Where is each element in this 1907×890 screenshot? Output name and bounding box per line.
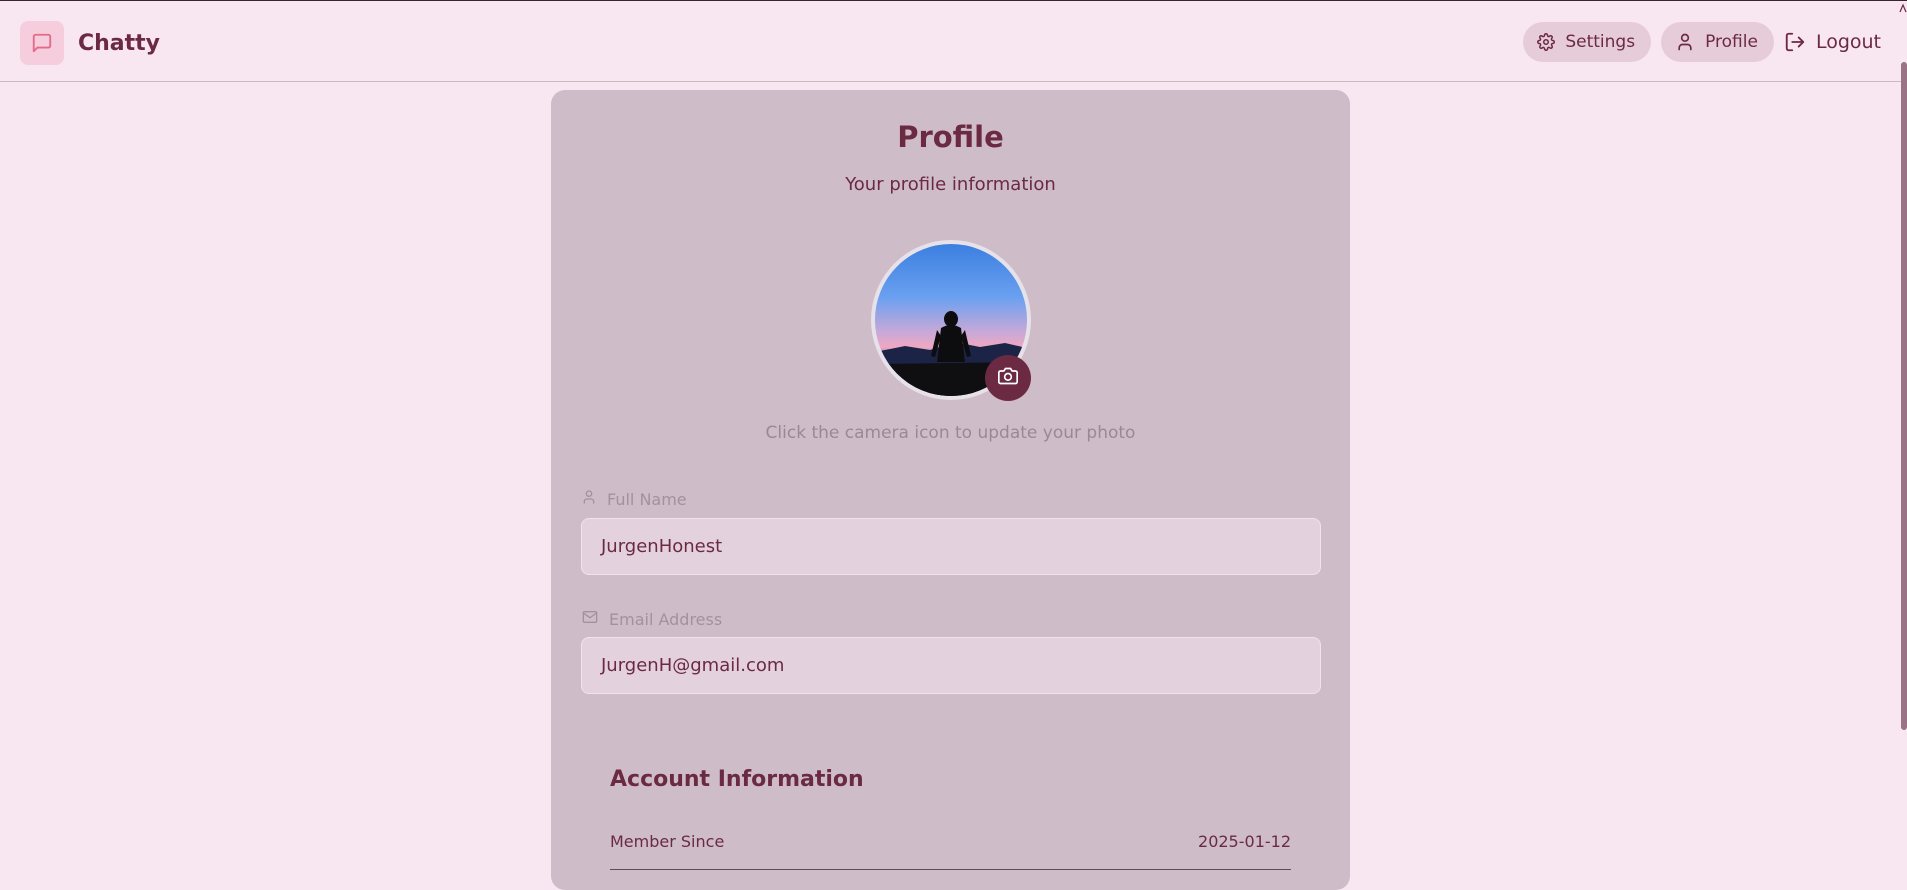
- photo-hint: Click the camera icon to update your pho…: [765, 423, 1136, 443]
- profile-card: Profile Your profile information Click t…: [551, 90, 1350, 890]
- settings-label: Settings: [1565, 32, 1636, 52]
- user-icon: [581, 489, 597, 509]
- settings-button[interactable]: Settings: [1523, 22, 1652, 62]
- user-icon: [1675, 32, 1695, 52]
- page-title: Profile: [897, 120, 1004, 154]
- account-info-title: Account Information: [610, 767, 864, 792]
- logout-button[interactable]: Logout: [1784, 22, 1881, 62]
- email-field[interactable]: JurgenH@gmail.com: [581, 637, 1321, 694]
- app-name: Chatty: [78, 30, 161, 56]
- brand[interactable]: Chatty: [20, 21, 160, 65]
- page-subtitle: Your profile information: [845, 174, 1056, 195]
- email-label: Email Address: [581, 609, 722, 629]
- profile-label: Profile: [1705, 32, 1758, 52]
- logout-icon: [1784, 31, 1806, 53]
- logout-label: Logout: [1815, 31, 1881, 53]
- member-since-label: Member Since: [610, 832, 725, 851]
- gear-icon: [1537, 33, 1556, 51]
- profile-button[interactable]: Profile: [1661, 22, 1774, 62]
- camera-upload-button[interactable]: [985, 355, 1031, 401]
- nav-actions: Settings Profile Logout: [1523, 22, 1881, 62]
- full-name-field[interactable]: JurgenHonest: [581, 518, 1321, 575]
- full-name-label: Full Name: [581, 489, 687, 509]
- message-square-icon: [20, 21, 64, 65]
- scroll-up-arrow-icon[interactable]: [1899, 2, 1907, 14]
- email-label-text: Email Address: [609, 609, 723, 629]
- top-navbar: Chatty Settings Profile Logout: [0, 1, 1907, 82]
- member-since-value: 2025-01-12: [1198, 832, 1291, 851]
- mail-icon: [581, 609, 599, 629]
- full-name-label-text: Full Name: [607, 489, 687, 509]
- page-scrollbar[interactable]: [1901, 62, 1907, 730]
- camera-icon: [998, 366, 1018, 390]
- account-info-row: Member Since 2025-01-12: [610, 832, 1291, 870]
